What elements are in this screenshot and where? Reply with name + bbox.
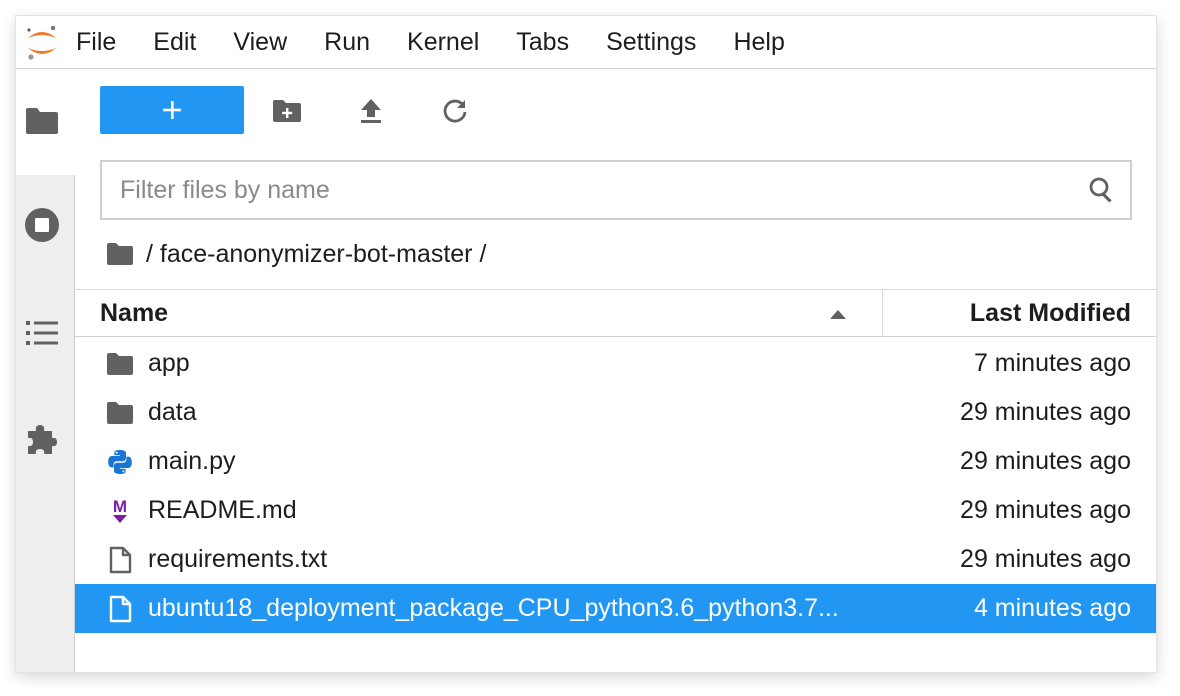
file-last-modified: 29 minutes ago	[960, 398, 1131, 426]
file-list-item[interactable]: data 29 minutes ago	[75, 388, 1156, 437]
file-name: data	[148, 398, 197, 426]
filter-box	[100, 160, 1132, 220]
menu-kernel[interactable]: Kernel	[407, 16, 479, 68]
menu-bar: File Edit View Run Kernel Tabs Settings …	[16, 16, 1156, 69]
file-name: requirements.txt	[148, 545, 328, 573]
file-last-modified: 4 minutes ago	[973, 594, 1131, 622]
folder-icon	[106, 350, 134, 378]
menu-items: File Edit View Run Kernel Tabs Settings …	[76, 16, 822, 68]
breadcrumb-home-folder-icon[interactable]	[106, 242, 134, 266]
search-icon[interactable]	[1088, 176, 1116, 204]
file-name: main.py	[148, 447, 236, 475]
file-name: README.md	[148, 496, 297, 524]
file-list-item[interactable]: ubuntu18_deployment_package_CPU_python3.…	[75, 584, 1156, 633]
file-list-item[interactable]: M README.md 29 minutes ago	[75, 486, 1156, 535]
sort-ascending-icon	[830, 310, 846, 319]
menu-view[interactable]: View	[233, 16, 287, 68]
upload-icon[interactable]	[353, 93, 389, 129]
file-icon	[106, 595, 134, 623]
left-sidebar	[16, 69, 75, 672]
breadcrumb: / face-anonymizer-bot-master /	[106, 237, 486, 271]
file-last-modified: 29 minutes ago	[960, 545, 1131, 573]
menu-edit[interactable]: Edit	[153, 16, 196, 68]
column-name-label: Name	[100, 299, 169, 327]
python-file-icon	[106, 448, 134, 476]
file-list-item[interactable]: requirements.txt 29 minutes ago	[75, 535, 1156, 584]
file-list: app 7 minutes ago data 29 minutes ago main.p…	[75, 339, 1156, 633]
new-folder-icon[interactable]	[269, 93, 305, 129]
file-last-modified: 29 minutes ago	[960, 447, 1131, 475]
breadcrumb-path[interactable]: / face-anonymizer-bot-master /	[146, 240, 486, 269]
plus-icon	[163, 101, 181, 119]
list-icon[interactable]	[24, 315, 60, 351]
folder-icon	[106, 399, 134, 427]
file-list-item[interactable]: app 7 minutes ago	[75, 339, 1156, 388]
menu-file[interactable]: File	[76, 16, 116, 68]
puzzle-icon[interactable]	[24, 421, 60, 457]
file-last-modified: 29 minutes ago	[960, 496, 1131, 524]
filter-input[interactable]	[102, 162, 1062, 218]
refresh-icon[interactable]	[437, 93, 473, 129]
menu-settings[interactable]: Settings	[606, 16, 696, 68]
menu-run[interactable]: Run	[324, 16, 370, 68]
file-last-modified: 7 minutes ago	[973, 349, 1131, 377]
jupyter-logo-icon[interactable]	[24, 22, 60, 62]
jupyterlab-window: File Edit View Run Kernel Tabs Settings …	[16, 16, 1156, 672]
file-list-item[interactable]: main.py 29 minutes ago	[75, 437, 1156, 486]
file-icon	[106, 546, 134, 574]
menu-tabs[interactable]: Tabs	[516, 16, 569, 68]
new-launcher-button[interactable]	[100, 86, 244, 134]
menu-help[interactable]: Help	[733, 16, 784, 68]
file-list-header: Name Last Modified	[75, 289, 1156, 337]
file-browser: / face-anonymizer-bot-master / Name Last…	[75, 69, 1156, 672]
column-name-header[interactable]: Name	[75, 290, 883, 336]
svg-text:M: M	[113, 497, 127, 516]
file-name: app	[148, 349, 190, 377]
column-modified-header[interactable]: Last Modified	[970, 290, 1131, 336]
file-name: ubuntu18_deployment_package_CPU_python3.…	[148, 594, 839, 622]
markdown-file-icon: M	[106, 497, 134, 525]
stop-circle-icon[interactable]	[24, 207, 60, 243]
folder-icon[interactable]	[24, 103, 60, 139]
